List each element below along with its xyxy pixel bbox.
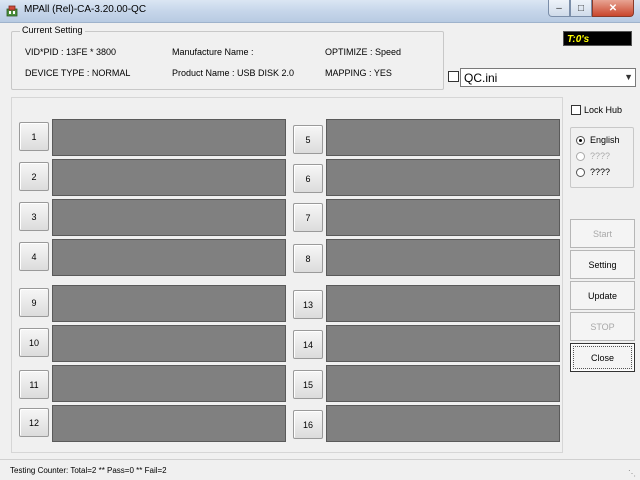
optimize-text: OPTIMIZE : Speed	[325, 47, 402, 57]
status-bar: Testing Counter: Total=2 ** Pass=0 ** Fa…	[0, 459, 640, 480]
port-status-bar	[326, 239, 560, 276]
ini-file-value: QC.ini	[464, 71, 498, 85]
setting-button[interactable]: Setting	[570, 250, 635, 279]
port-status-bar	[326, 199, 560, 236]
port-status-bar	[52, 365, 286, 402]
port-status-bar	[326, 119, 560, 156]
port-button[interactable]: 8	[293, 244, 323, 273]
language-radio-english[interactable]	[576, 136, 585, 145]
port-button[interactable]: 10	[19, 328, 49, 357]
port-status-bar	[326, 325, 560, 362]
port-status-bar	[52, 405, 286, 442]
window-title: MPAll (Rel)-CA-3.20.00-QC	[24, 4, 147, 15]
language-group: English ???? ????	[570, 127, 634, 188]
ini-file-select[interactable]: QC.ini ▼	[460, 68, 636, 87]
language-label-english: English	[590, 135, 620, 145]
language-radio-3[interactable]	[576, 168, 585, 177]
port-button[interactable]: 16	[293, 410, 323, 439]
port-status-bar	[326, 365, 560, 402]
port-button[interactable]: 1	[19, 122, 49, 151]
port-status-bar	[326, 405, 560, 442]
port-button[interactable]: 15	[293, 370, 323, 399]
manufacture-name-text: Manufacture Name :	[172, 47, 254, 57]
close-window-icon[interactable]: ✕	[592, 0, 634, 17]
title-bar[interactable]: MPAll (Rel)-CA-3.20.00-QC – □ ✕	[0, 0, 640, 23]
port-panel: 1 2 3 4 9 10 11 12 5 6 7 8 13 14 15 16	[11, 97, 563, 453]
vid-pid-text: VID*PID : 13FE * 3800	[25, 47, 117, 57]
maximize-icon[interactable]: □	[570, 0, 592, 17]
close-button[interactable]: Close	[570, 343, 635, 372]
port-button[interactable]: 6	[293, 164, 323, 193]
language-label-2: ????	[590, 151, 611, 161]
timer-display: T:0's	[563, 31, 632, 46]
mapping-text: MAPPING : YES	[325, 68, 392, 78]
current-setting-label: Current Setting	[20, 25, 85, 35]
lock-hub-label: Lock Hub	[584, 105, 623, 115]
stop-button[interactable]: STOP	[570, 312, 635, 341]
port-button[interactable]: 9	[19, 288, 49, 317]
port-button[interactable]: 14	[293, 330, 323, 359]
port-status-bar	[52, 285, 286, 322]
device-type-text: DEVICE TYPE : NORMAL	[25, 68, 131, 78]
port-button[interactable]: 3	[19, 202, 49, 231]
port-button[interactable]: 11	[19, 370, 49, 399]
port-status-bar	[52, 159, 286, 196]
caption-buttons: – □ ✕	[548, 0, 634, 17]
port-status-bar	[52, 199, 286, 236]
port-button[interactable]: 7	[293, 203, 323, 232]
testing-counter-text: Testing Counter: Total=2 ** Pass=0 ** Fa…	[10, 466, 167, 475]
port-button[interactable]: 2	[19, 162, 49, 191]
port-status-bar	[326, 159, 560, 196]
current-setting-group: Current Setting VID*PID : 13FE * 3800 Ma…	[11, 25, 444, 90]
resize-grip-icon[interactable]: ⋱	[628, 469, 638, 479]
product-name-text: Product Name : USB DISK 2.0	[172, 68, 295, 78]
port-status-bar	[52, 325, 286, 362]
chevron-down-icon[interactable]: ▼	[624, 72, 633, 82]
port-button[interactable]: 13	[293, 290, 323, 319]
port-status-bar	[52, 239, 286, 276]
app-icon	[6, 5, 18, 17]
minimize-icon[interactable]: –	[548, 0, 570, 17]
port-button[interactable]: 12	[19, 408, 49, 437]
start-button[interactable]: Start	[570, 219, 635, 248]
language-label-3: ????	[590, 167, 611, 177]
port-button[interactable]: 5	[293, 125, 323, 154]
port-status-bar	[52, 119, 286, 156]
port-button[interactable]: 4	[19, 242, 49, 271]
lock-hub-checkbox[interactable]	[571, 105, 581, 115]
main-window: MPAll (Rel)-CA-3.20.00-QC – □ ✕ Current …	[0, 0, 640, 480]
ini-checkbox[interactable]	[448, 71, 459, 82]
port-status-bar	[326, 285, 560, 322]
update-button[interactable]: Update	[570, 281, 635, 310]
language-radio-2	[576, 152, 585, 161]
